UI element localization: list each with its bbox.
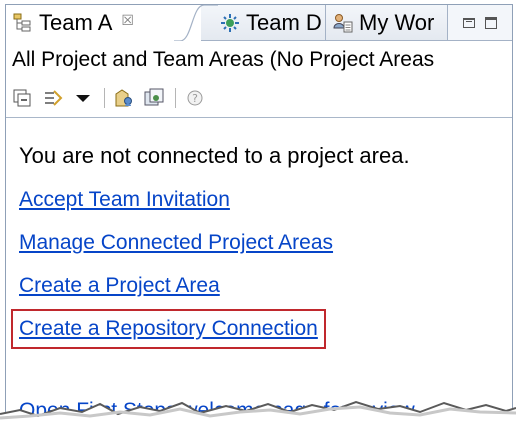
close-tab-icon[interactable]: ☒: [121, 12, 134, 29]
tab-label: My Wor: [359, 9, 435, 35]
maximize-icon[interactable]: [485, 16, 497, 29]
team-artifacts-icon: [13, 13, 33, 33]
team-dashboard-icon: [220, 13, 240, 33]
help-icon[interactable]: ?: [184, 87, 206, 109]
toolbar-separator: [175, 88, 176, 108]
svg-text:?: ?: [192, 92, 198, 105]
toolbar-separator: [104, 88, 105, 108]
tab-label: Team D: [246, 9, 322, 35]
manage-areas-icon[interactable]: [143, 87, 165, 109]
team-artifacts-view: Team A ☒ Team D My Wor All Project and T…: [5, 4, 513, 432]
view-menu-dropdown-icon[interactable]: [72, 87, 94, 109]
accept-team-invitation-link[interactable]: Accept Team Invitation: [19, 188, 230, 212]
view-toolbar: ?: [12, 85, 214, 111]
tab-team-artifacts[interactable]: Team A ☒: [6, 5, 201, 41]
my-work-icon: [333, 13, 353, 33]
tab-my-work[interactable]: My Wor: [325, 5, 449, 40]
create-repository-connection-link[interactable]: Create a Repository Connection: [11, 309, 326, 349]
tab-label: Team A: [39, 10, 113, 35]
torn-edge-decoration: [0, 400, 516, 434]
view-title: All Project and Team Areas (No Project A…: [12, 48, 435, 71]
minimize-icon[interactable]: [463, 17, 475, 28]
connection-status-text: You are not connected to a project area.: [19, 143, 410, 168]
view-content: You are not connected to a project area.…: [11, 143, 415, 422]
link-editor-icon[interactable]: [42, 87, 64, 109]
tab-team-dashboard[interactable]: Team D: [202, 5, 324, 40]
manage-connected-project-areas-link[interactable]: Manage Connected Project Areas: [19, 231, 333, 255]
view-controls: [447, 5, 512, 40]
toolbar-divider: [6, 117, 512, 118]
collapse-all-icon[interactable]: [12, 87, 34, 109]
create-project-area-link[interactable]: Create a Project Area: [19, 274, 220, 298]
view-tab-bar: Team A ☒ Team D My Wor: [6, 5, 512, 41]
new-project-area-icon[interactable]: [113, 87, 135, 109]
